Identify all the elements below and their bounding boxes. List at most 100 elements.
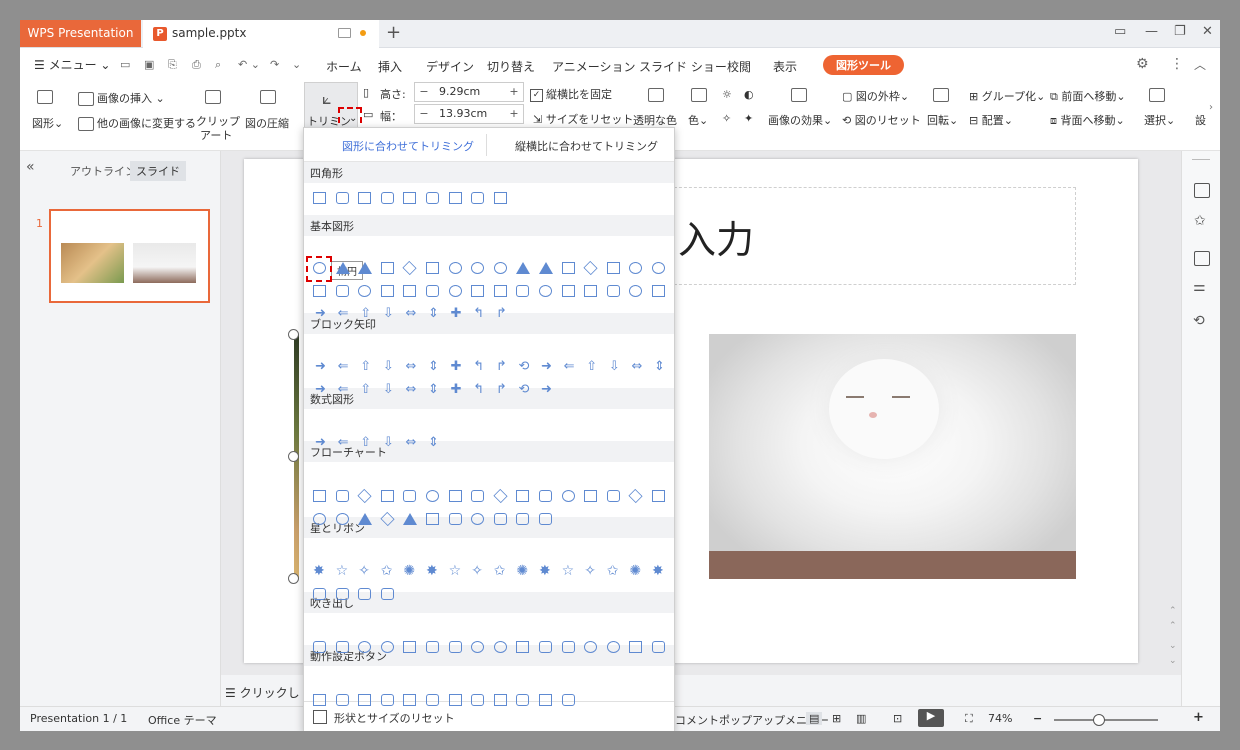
callout-shape-icon[interactable]	[629, 641, 643, 653]
prev-slide-icon[interactable]: ⌃	[1169, 621, 1177, 631]
rectangle-shape-icon[interactable]	[493, 192, 507, 204]
arrow-shape-icon[interactable]: ✚	[449, 383, 464, 396]
callout-shape-icon[interactable]	[652, 641, 665, 653]
reset-size-button[interactable]: ⇲ サイズをリセット	[533, 111, 633, 127]
star-shape-icon[interactable]: ✧	[471, 564, 485, 578]
zoom-slider[interactable]	[1054, 714, 1158, 726]
basic-shape-icon[interactable]	[380, 285, 394, 297]
basic-shape-icon[interactable]	[402, 260, 417, 276]
minimize-icon[interactable]: —	[1145, 24, 1158, 39]
more-icon[interactable]: ⋮	[1170, 56, 1184, 72]
basic-shape-icon[interactable]	[493, 262, 507, 274]
rectangle-shape-icon[interactable]	[335, 192, 349, 204]
resize-handle-middle-left[interactable]	[288, 451, 299, 462]
arrow-shape-icon[interactable]: ⇕	[426, 360, 441, 373]
pin-icon[interactable]: ✩	[1194, 213, 1206, 229]
ribbon-shape-icon[interactable]	[335, 588, 349, 600]
shape-button[interactable]: 図形⌄	[32, 115, 63, 131]
new-tab-button[interactable]: +	[386, 22, 401, 43]
tab-transitions[interactable]: 切り替え	[487, 58, 535, 75]
clip-art-icon[interactable]	[205, 90, 224, 104]
arrow-shape-icon[interactable]: ⟲	[516, 360, 531, 373]
tab-design[interactable]: デザイン	[426, 58, 474, 75]
height-decrease[interactable]: −	[415, 83, 433, 101]
soften-icon[interactable]: ✦	[744, 112, 753, 125]
switch-layout-icon[interactable]	[1194, 183, 1210, 198]
basic-shape-icon[interactable]	[584, 285, 598, 297]
outline-button[interactable]: ▢ 図の外枠⌄	[842, 88, 909, 104]
contrast-icon[interactable]: ◐	[744, 88, 754, 101]
flowchart-shape-icon[interactable]	[516, 490, 530, 502]
restore-icon[interactable]: ❐	[1174, 24, 1186, 39]
zoom-level[interactable]: 74%	[988, 712, 1012, 725]
flowchart-shape-icon[interactable]	[493, 488, 508, 504]
compress-icon[interactable]	[260, 90, 279, 104]
arrow-shape-icon[interactable]: ⇧	[358, 383, 373, 396]
basic-shape-icon[interactable]	[652, 285, 665, 297]
arrow-shape-icon[interactable]: ➜	[313, 360, 328, 373]
callout-shape-icon[interactable]	[606, 641, 620, 653]
rectangle-shape-icon[interactable]	[426, 192, 439, 204]
callout-shape-icon[interactable]	[448, 641, 462, 653]
transparent-color-button[interactable]: 透明な色	[633, 112, 677, 128]
change-image-button[interactable]: 他の画像に変更する	[78, 115, 196, 131]
tab-view[interactable]: 表示	[773, 58, 797, 75]
flowchart-shape-icon[interactable]	[380, 490, 394, 502]
resize-handle-bottom-left[interactable]	[288, 573, 299, 584]
fit-to-shape-option[interactable]: 図形に合わせてトリミング	[342, 138, 474, 154]
callout-shape-icon[interactable]	[335, 641, 349, 653]
arrow-shape-icon[interactable]: ⇐	[336, 383, 351, 396]
flowchart-shape-icon[interactable]	[628, 488, 643, 504]
select-button[interactable]: 選択⌄	[1144, 112, 1175, 128]
basic-shape-icon[interactable]: ⇔	[403, 307, 418, 320]
arrow-shape-icon[interactable]: ⟲	[516, 383, 531, 396]
arrow-shape-icon[interactable]: ⇩	[381, 383, 396, 396]
fit-to-ratio-option[interactable]: 縦横比に合わせてトリミング	[515, 138, 658, 154]
basic-shape-icon[interactable]	[448, 262, 462, 274]
flowchart-shape-icon[interactable]	[493, 513, 507, 525]
color-icon[interactable]	[691, 88, 710, 102]
send-backward-button[interactable]: ⧈ 背面へ移動⌄	[1050, 112, 1125, 128]
play-slideshow-icon[interactable]: ▶	[918, 709, 944, 727]
vertical-scrollbar[interactable]: ⌃ ⌃ ⌄ ⌄	[1165, 151, 1181, 671]
arrow-shape-icon[interactable]: ⇔	[403, 383, 418, 396]
rectangle-shape-icon[interactable]	[471, 192, 485, 204]
zoom-out-icon[interactable]: −	[1033, 712, 1042, 725]
normal-view-icon[interactable]: ▤	[806, 712, 823, 725]
theme-name[interactable]: Office テーマ	[148, 712, 217, 728]
flowchart-shape-icon[interactable]	[313, 490, 326, 502]
flowchart-shape-icon[interactable]	[539, 513, 552, 525]
undo-icon[interactable]: ↶ ⌄	[238, 58, 260, 71]
flowchart-shape-icon[interactable]	[358, 513, 373, 525]
document-tab[interactable]: P sample.pptx	[143, 20, 379, 48]
arrow-shape-icon[interactable]: ⇔	[403, 360, 418, 373]
arrow-shape-icon[interactable]: ➜	[539, 383, 554, 396]
lock-aspect-checkbox[interactable]: ✓ 縦横比を固定	[530, 86, 612, 102]
rectangle-shape-icon[interactable]	[380, 192, 394, 204]
arrow-shape-icon[interactable]: ➜	[539, 360, 554, 373]
arrow-shape-icon[interactable]: ⇐	[336, 360, 351, 373]
star-shape-icon[interactable]: ✺	[403, 564, 417, 578]
ribbon-scroll-right-icon[interactable]: ›	[1209, 102, 1213, 113]
tab-animation[interactable]: アニメーション	[552, 58, 636, 75]
action-shape-icon[interactable]	[471, 694, 485, 706]
basic-shape-icon[interactable]	[358, 285, 372, 297]
open-folder-icon[interactable]: ▭	[120, 58, 130, 71]
star-shape-icon[interactable]: ✸	[539, 564, 553, 578]
ribbon-shape-icon[interactable]	[313, 588, 326, 600]
tab-home[interactable]: ホーム	[326, 58, 362, 75]
flowchart-shape-icon[interactable]	[584, 490, 598, 502]
basic-shape-icon[interactable]: ✚	[449, 307, 464, 320]
star-shape-icon[interactable]: ✺	[629, 564, 643, 578]
arrow-shape-icon[interactable]: ↱	[494, 360, 509, 373]
reading-view-icon[interactable]: ▥	[856, 712, 866, 725]
height-increase[interactable]: +	[505, 83, 523, 101]
scroll-down-icon[interactable]: ⌄	[1169, 656, 1177, 666]
fit-window-icon[interactable]: ⛶	[965, 712, 973, 726]
basic-shape-icon[interactable]: ⇕	[426, 307, 441, 320]
flowchart-shape-icon[interactable]	[471, 490, 485, 502]
app-tab[interactable]: WPS Presentation	[20, 20, 141, 47]
basic-shape-icon[interactable]	[335, 262, 350, 274]
basic-shape-icon[interactable]	[335, 285, 349, 297]
basic-shape-icon[interactable]	[403, 285, 417, 297]
